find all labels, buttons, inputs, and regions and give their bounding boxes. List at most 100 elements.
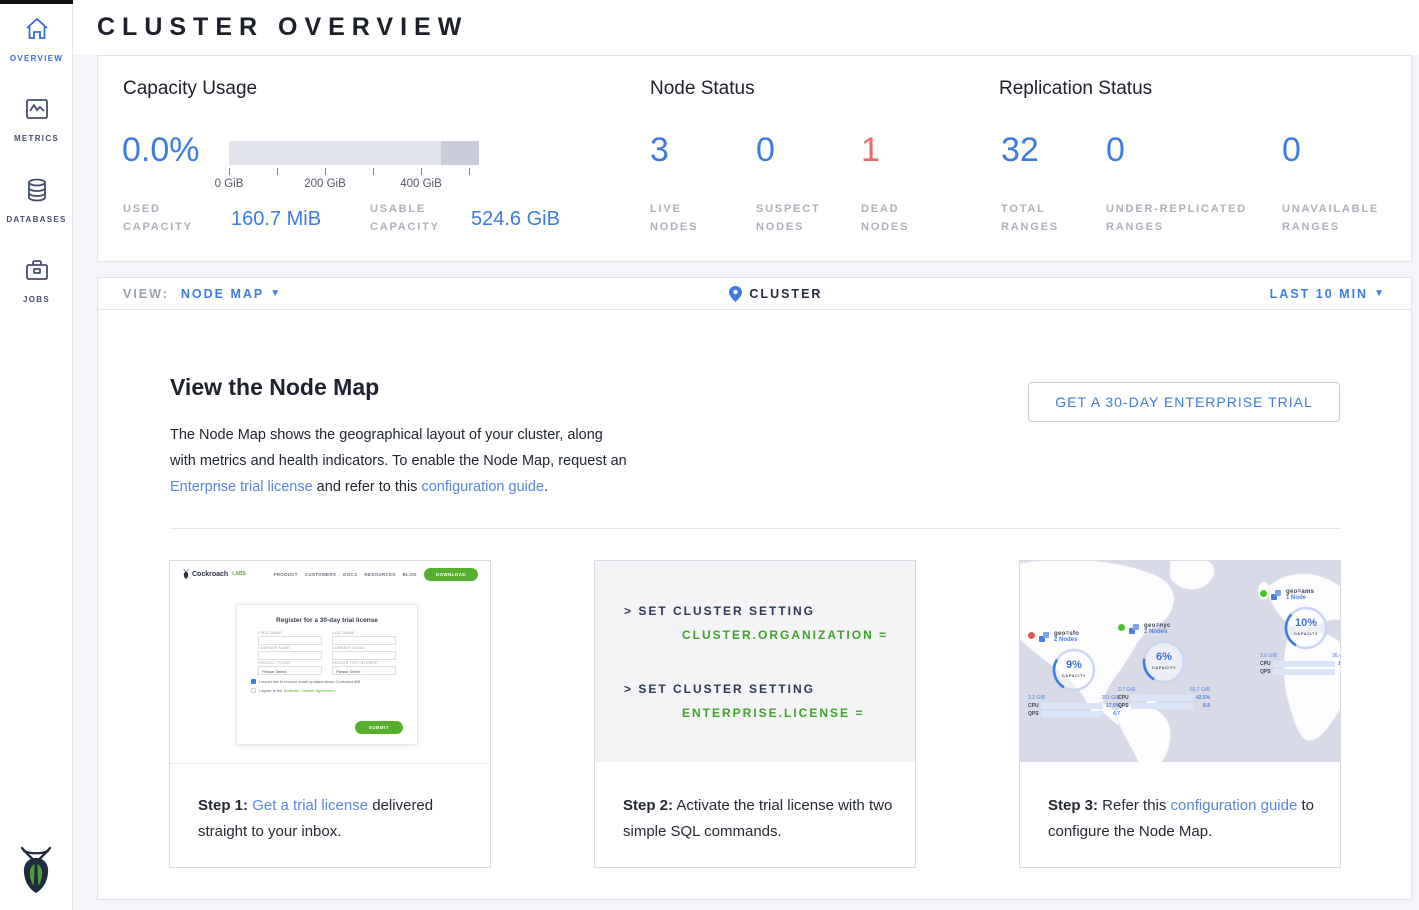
used-capacity-value: 160.7 MiB bbox=[231, 208, 321, 231]
qps-sparkline bbox=[1041, 711, 1103, 717]
sidebar-top-strip bbox=[0, 0, 73, 4]
step1-label: Step 1: bbox=[198, 797, 248, 814]
used-capacity-label: USEDCAPACITY bbox=[123, 200, 193, 236]
configuration-guide-link[interactable]: configuration guide bbox=[421, 479, 544, 495]
qps-sparkline bbox=[1131, 703, 1193, 709]
mini-field-label: FIRST NAME bbox=[258, 631, 322, 635]
live-nodes-value: 3 bbox=[650, 131, 669, 170]
under-replicated-ranges-value: 0 bbox=[1106, 131, 1125, 170]
view-bar: VIEW: NODE MAP ▼ CLUSTER LAST 10 MIN ▼ bbox=[97, 277, 1412, 310]
time-range-selector[interactable]: LAST 10 MIN bbox=[1270, 287, 1368, 301]
dead-nodes-label: DEADNODES bbox=[861, 200, 909, 236]
cpu-sparkline bbox=[1131, 695, 1193, 701]
mini-input bbox=[332, 636, 396, 645]
sidebar-item-metrics[interactable]: METRICS bbox=[0, 96, 73, 146]
chevron-down-icon[interactable]: ▼ bbox=[1374, 288, 1386, 299]
chevron-down-icon[interactable]: ▼ bbox=[270, 288, 282, 299]
badge-total: 65.7 GiB bbox=[1190, 687, 1210, 693]
capacity-gauge: 9% CAPACITY bbox=[1050, 646, 1098, 694]
code-line: ENTERPRISE.LICENSE = bbox=[682, 706, 864, 720]
capacity-bar bbox=[229, 141, 479, 165]
sidebar-item-jobs[interactable]: JOBS bbox=[0, 257, 73, 307]
node-locality-badge-nyc: geo=nyc 2 Nodes 6% CAPACITY 3.7 GiB65.7 … bbox=[1118, 623, 1210, 709]
capacity-gauge: 6% CAPACITY bbox=[1140, 638, 1188, 686]
step3-label: Step 3: bbox=[1048, 797, 1098, 814]
mini-checkbox-label: I would like to receive email updates ab… bbox=[259, 679, 361, 684]
view-label: VIEW: bbox=[123, 287, 169, 301]
mini-input bbox=[258, 651, 322, 660]
axis-tick bbox=[325, 168, 326, 175]
get-trial-license-link[interactable]: Get a trial license bbox=[252, 797, 368, 814]
step3-caption: Step 3: Refer this configuration guide t… bbox=[1048, 793, 1318, 845]
divider bbox=[170, 528, 1340, 529]
breadcrumb-cluster: CLUSTER bbox=[749, 287, 822, 301]
sidebar-item-overview[interactable]: OVERVIEW bbox=[0, 16, 73, 66]
capacity-usage-title: Capacity Usage bbox=[123, 78, 257, 100]
badge-used: 3.6 GiB bbox=[1260, 653, 1277, 659]
view-selector[interactable]: NODE MAP bbox=[181, 287, 264, 301]
description-text: The Node Map shows the geographical layo… bbox=[170, 427, 627, 469]
code-line: > SET CLUSTER SETTING bbox=[624, 682, 815, 696]
mini-logo-name: Cockroach bbox=[192, 571, 228, 578]
unavailable-ranges-label: UNAVAILABLERANGES bbox=[1282, 200, 1379, 236]
capacity-percent: 0.0% bbox=[122, 131, 200, 170]
axis-tick bbox=[229, 168, 230, 175]
mini-registration-form: Register for a 30-day trial license FIRS… bbox=[236, 604, 418, 745]
step1-caption: Step 1: Get a trial license delivered st… bbox=[198, 793, 468, 845]
usable-capacity-label: USABLECAPACITY bbox=[370, 200, 440, 236]
suspect-nodes-label: SUSPECTNODES bbox=[756, 200, 821, 236]
mini-form-title: Register for a 30-day trial license bbox=[237, 617, 417, 624]
cockroach-logo[interactable] bbox=[14, 845, 58, 895]
code-line: > SET CLUSTER SETTING bbox=[624, 604, 815, 618]
cluster-summary-panel: Capacity Usage 0.0% 0 GiB 200 GiB 400 Gi… bbox=[97, 55, 1412, 262]
registration-screenshot: Cockroach LABS PRODUCT CUSTOMERS DOCS RE… bbox=[170, 561, 490, 764]
step1-card: Cockroach LABS PRODUCT CUSTOMERS DOCS RE… bbox=[169, 560, 491, 868]
nodes-icon bbox=[1270, 589, 1283, 602]
axis-tick-label: 400 GiB bbox=[400, 178, 442, 190]
home-icon bbox=[24, 16, 50, 42]
mini-nav-item: PRODUCT bbox=[273, 572, 297, 577]
axis-tick-label: 0 GiB bbox=[215, 178, 244, 190]
page-title: CLUSTER OVERVIEW bbox=[97, 13, 468, 42]
dead-nodes-value: 1 bbox=[861, 131, 880, 170]
sidebar-item-label: DATABASES bbox=[6, 215, 66, 224]
unavailable-ranges-value: 0 bbox=[1282, 131, 1301, 170]
mini-download-button: DOWNLOAD bbox=[424, 568, 478, 581]
sidebar-item-databases[interactable]: DATABASES bbox=[0, 177, 73, 227]
configuration-guide-link[interactable]: configuration guide bbox=[1171, 797, 1298, 814]
node-locality-badge-sfo: geo=sfo 2 Nodes 9% CAPACITY 3.2 GiB351 G… bbox=[1028, 631, 1120, 717]
metrics-icon bbox=[24, 96, 50, 122]
mini-nav-item: DOCS bbox=[343, 572, 357, 577]
mini-site-header: Cockroach LABS PRODUCT CUSTOMERS DOCS RE… bbox=[170, 561, 490, 587]
badge-used: 3.2 GiB bbox=[1028, 695, 1045, 701]
badge-nodes-label: 1 Node bbox=[1286, 595, 1314, 601]
live-nodes-label: LIVENODES bbox=[650, 200, 698, 236]
mini-nav-item: RESOURCES bbox=[364, 572, 395, 577]
badge-nodes-label: 2 Nodes bbox=[1054, 637, 1079, 643]
mini-input bbox=[332, 651, 396, 660]
status-dot-green bbox=[1260, 590, 1267, 597]
mini-field-label: LAST NAME bbox=[332, 631, 396, 635]
capacity-gauge: 10% CAPACITY bbox=[1282, 604, 1330, 652]
mini-checkbox-label: I agree to the Software License Agreemen… bbox=[259, 688, 336, 693]
usable-capacity-value: 524.6 GiB bbox=[471, 208, 560, 231]
databases-icon bbox=[24, 177, 50, 203]
step3-text: Refer this bbox=[1098, 797, 1171, 814]
section-heading: View the Node Map bbox=[170, 374, 379, 401]
under-replicated-ranges-label: UNDER-REPLICATEDRANGES bbox=[1106, 200, 1247, 236]
cpu-sparkline bbox=[1041, 703, 1103, 709]
mini-nav-item: BLOG bbox=[403, 572, 417, 577]
enterprise-trial-button[interactable]: GET A 30-DAY ENTERPRISE TRIAL bbox=[1028, 382, 1340, 422]
node-map-preview: geo=sfo 2 Nodes 9% CAPACITY 3.2 GiB351 G… bbox=[1020, 561, 1340, 762]
status-dot-red bbox=[1028, 632, 1035, 639]
enterprise-trial-license-link[interactable]: Enterprise trial license bbox=[170, 479, 313, 495]
status-dot-green bbox=[1118, 624, 1125, 631]
nodes-icon bbox=[1128, 623, 1141, 636]
suspect-nodes-value: 0 bbox=[756, 131, 775, 170]
sidebar-item-label: JOBS bbox=[23, 295, 50, 304]
cpu-sparkline bbox=[1273, 661, 1335, 667]
step3-card: geo=sfo 2 Nodes 9% CAPACITY 3.2 GiB351 G… bbox=[1019, 560, 1341, 868]
replication-status-title: Replication Status bbox=[999, 78, 1152, 100]
mini-nav-item: CUSTOMERS bbox=[305, 572, 336, 577]
axis-tick bbox=[277, 168, 278, 175]
